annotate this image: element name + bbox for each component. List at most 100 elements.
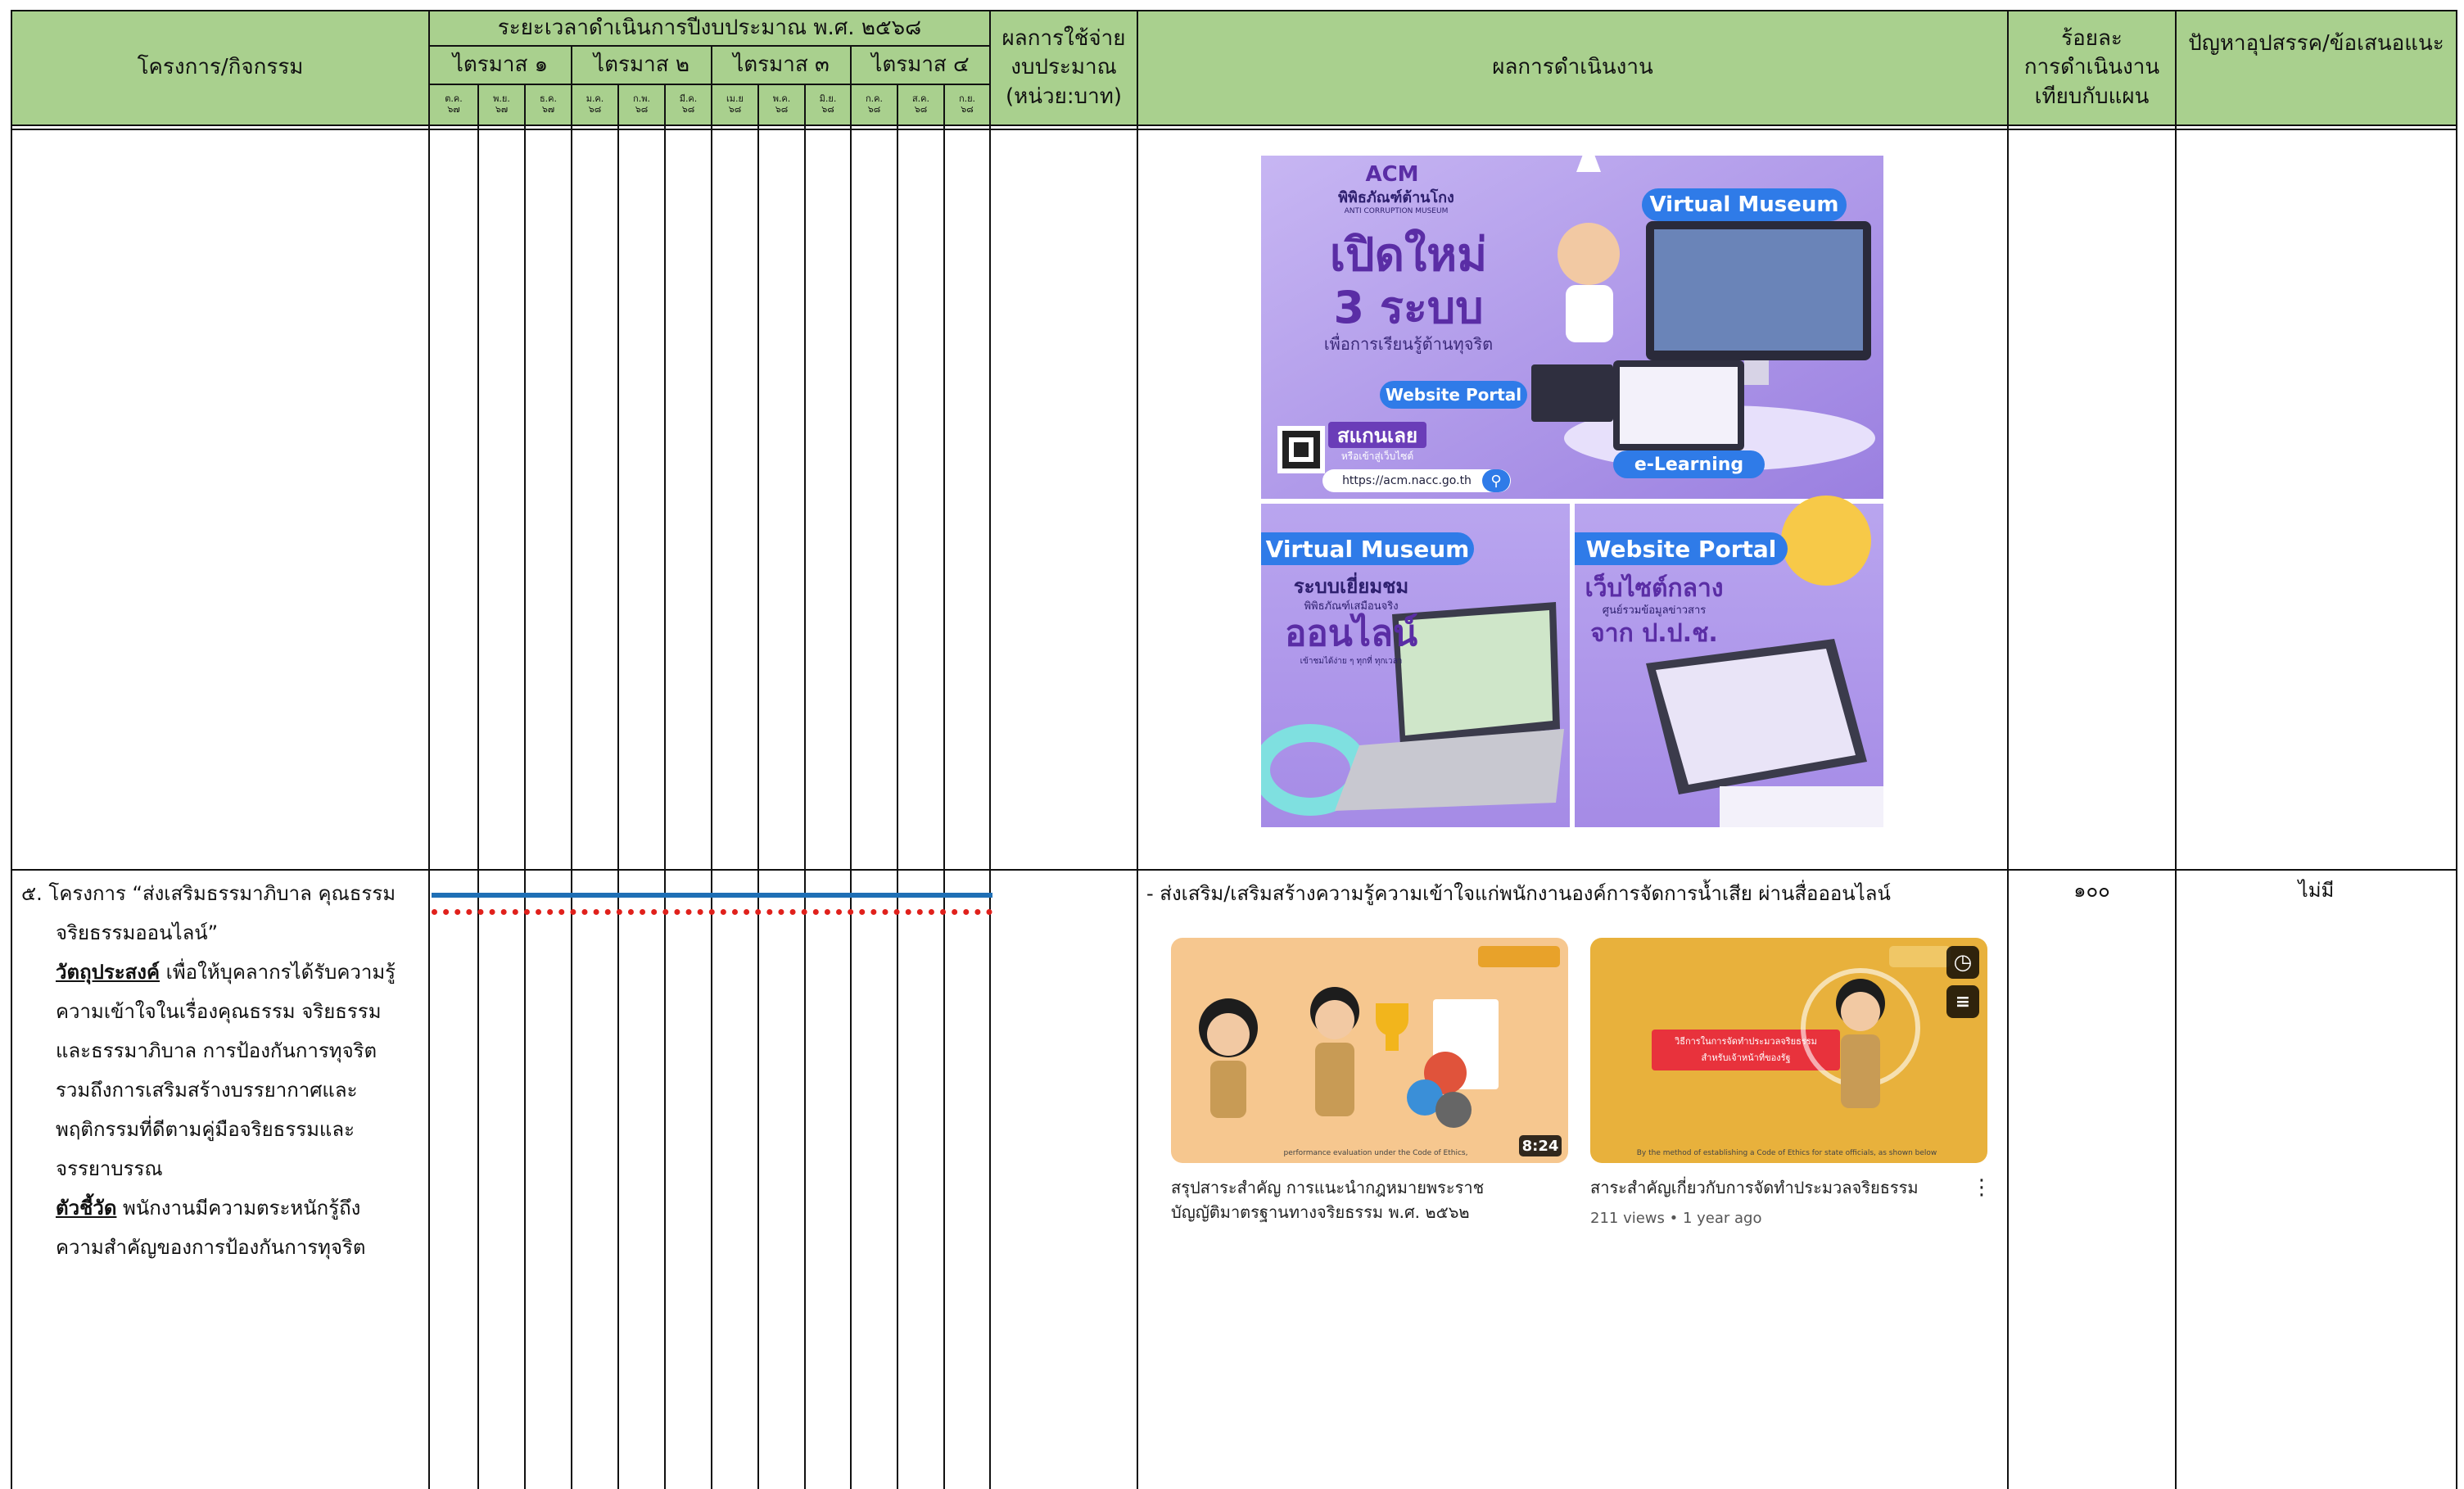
col-border-timeline [989,10,991,1489]
month-name: ก.ย. [958,93,976,104]
percent-value: ๑๐๐ [2073,878,2110,902]
header-budget: ผลการใช้จ่าย งบประมาณ (หน่วย:บาท) [991,11,1137,124]
video-2-banner-line1: วิธีการในการจัดทำประมวลจริยธรรม [1675,1036,1817,1047]
poster-wp-line1: เว็บไซต์กลาง [1585,573,1724,603]
video-1-title-line2[interactable]: บัญญัติมาตรฐานทางจริยธรรม พ.ศ. ๒๕๖๒ [1171,1200,1470,1224]
poster-wp-title: Website Portal [1575,532,1788,565]
poster-logo: ACM [1365,162,1419,187]
month-name: ก.ค. [865,93,883,104]
month-divider [757,84,759,1489]
poster-vm-line4: เข้าชมได้ง่าย ๆ ทุกที่ ทุกเวลา [1300,656,1403,666]
month-header-cell: พ.ย. ๖๗ [479,85,524,124]
month-divider [804,84,806,1489]
watch-later-icon[interactable]: ◷ [1946,946,1979,979]
add-to-queue-icon[interactable]: ≡ [1946,985,1979,1018]
video-card-1[interactable]: 8:24 performance evaluation under the Co… [1171,938,1568,1241]
poster-headline-sub: เพื่อการเรียนรู้ต้านทุจริต [1323,334,1494,354]
month-divider [524,84,526,1489]
video-1-caption: performance evaluation under the Code of… [1283,1149,1468,1157]
month-name: มิ.ย. [819,93,837,104]
video-2-banner-line2: สำหรับเจ้าหน้าที่ของรัฐ [1701,1052,1791,1063]
month-year: ๖๘ [775,103,789,115]
month-divider [897,84,898,1489]
report-sheet: โครงการ/กิจกรรม ระยะเวลาดำเนินการปีงบประ… [0,0,2464,1489]
month-header-cell: เม.ย ๖๘ [712,85,757,124]
poster-headline-2: 3 ระบบ [1333,282,1484,333]
poster-vm-line3: ออนไลน์ [1284,613,1418,654]
month-header-cell: ม.ค. ๖๘ [572,85,617,124]
video-thumbnail-1-illustration [1199,946,1560,1128]
header-percent-line1: ร้อยละ [2061,26,2123,52]
poster-search-icon: ⚲ [1482,469,1510,492]
month-year: ๖๘ [728,103,742,115]
month-year: ๖๘ [961,103,974,115]
header-project: โครงการ/กิจกรรม [137,55,304,80]
plan-timeline-bar [432,893,992,898]
month-year: ๖๘ [588,103,602,115]
header-percent-line3: เทียบกับแผน [2034,84,2150,109]
acm-poster-image: ACM พิพิธภัณฑ์ต้านโกง ANTI CORRUPTION MU… [1261,156,1883,827]
month-name: ก.พ. [633,93,650,104]
month-header-cell: ต.ค. ๖๗ [430,85,477,124]
month-header-cell: มี.ค. ๖๘ [666,85,711,124]
col-border-project [428,10,430,1489]
month-name: มี.ค. [679,93,698,104]
header-timeline-title: ระยะเวลาดำเนินการปีงบประมาณ พ.ศ. ๒๕๖๘ [497,15,922,40]
indicator-line: ตัวชี้วัด พนักงานมีความตระหนักรู้ถึง [21,1188,427,1228]
objective-text-3: และธรรมาภิบาล การป้องกันการทุจริต [56,1039,378,1062]
month-header-cell: ก.ย. ๖๘ [945,85,989,124]
quarter-divider [850,46,852,1489]
video-2-more-icon[interactable]: ⋮ [1971,1175,1992,1200]
result-text: - ส่งเสริม/เสริมสร้างความรู้ความเข้าใจแก… [1146,882,1891,905]
poster-museum-name-en: ANTI CORRUPTION MUSEUM [1344,207,1449,215]
video-2-meta: 211 views • 1 year ago [1590,1210,1762,1227]
indicator-label: ตัวชี้วัด [56,1197,117,1220]
video-1-title-line1[interactable]: สรุปสาระสำคัญ การแนะนำกฎหมายพระราช [1171,1175,1484,1200]
month-divider [664,84,666,1489]
header-quarter-3: ไตรมาส ๓ [733,52,830,77]
video-1-duration: 8:24 [1519,1135,1562,1156]
objective-line: วัตถุประสงค์ เพื่อให้บุคลากรได้รับความรู… [21,953,427,992]
month-name: ม.ค. [585,93,604,104]
col-border-results [2007,10,2009,1489]
objective-text-2: ความเข้าใจในเรื่องคุณธรรม จริยธรรม [56,1000,382,1023]
video-2-title[interactable]: สาระสำคัญเกี่ยวกับการจัดทำประมวลจริยธรรม [1590,1175,1919,1200]
month-divider [477,84,479,1489]
col-border-budget [1137,10,1138,1489]
col-border-left [11,10,12,1489]
poster-virtual-museum-badge: Virtual Museum [1642,188,1847,221]
month-year: ๖๘ [914,103,928,115]
month-name: พ.ค. [772,93,791,104]
poster-scan-label: สแกนเลย [1328,422,1426,448]
quarter-divider [711,46,712,1489]
video-thumbnail-1[interactable]: 8:24 performance evaluation under the Co… [1171,938,1568,1163]
month-year: ๖๗ [447,103,460,115]
month-header-cell: พ.ค. ๖๘ [759,85,804,124]
month-year: ๖๘ [635,103,649,115]
month-name: เม.ย [726,93,744,104]
header-problems: ปัญหาอุปสรรค/ข้อเสนอแนะ [2188,31,2444,57]
objective-label: วัตถุประสงค์ [56,961,160,984]
project-title-line2: จริยธรรมออนไลน์” [56,921,219,944]
month-year: ๖๘ [821,103,834,115]
video-2-caption: By the method of establishing a Code of … [1636,1149,1937,1157]
quarter-divider [571,46,572,1489]
month-divider [617,84,619,1489]
poster-museum-name: พิพิธภัณฑ์ต้านโกง [1338,188,1454,206]
month-header-cell: มิ.ย. ๖๘ [806,85,850,124]
header-quarter-2: ไตรมาส ๒ [594,52,689,77]
month-name: พ.ย. [493,93,510,104]
objective-text-4: รวมถึงการเสริมสร้างบรรยากาศและ [56,1079,358,1102]
month-header-cell: ส.ค. ๖๘ [898,85,943,124]
header-budget-line2: งบประมาณ [1010,55,1117,80]
month-header-cell: ก.พ. ๖๘ [619,85,664,124]
video-thumbnail-2[interactable]: วิธีการในการจัดทำประมวลจริยธรรม สำหรับเจ… [1590,938,1987,1163]
month-divider [943,84,945,1489]
poster-website-portal-badge: Website Portal [1380,381,1527,409]
objective-text-6: จรรยาบรรณ [56,1157,163,1180]
month-year: ๖๗ [495,103,509,115]
header-budget-line3: (หน่วย:บาท) [1005,84,1123,109]
header-quarter-4: ไตรมาส ๔ [871,52,970,77]
month-name: ส.ค. [911,93,930,104]
video-card-2[interactable]: วิธีการในการจัดทำประมวลจริยธรรม สำหรับเจ… [1590,938,1992,1241]
